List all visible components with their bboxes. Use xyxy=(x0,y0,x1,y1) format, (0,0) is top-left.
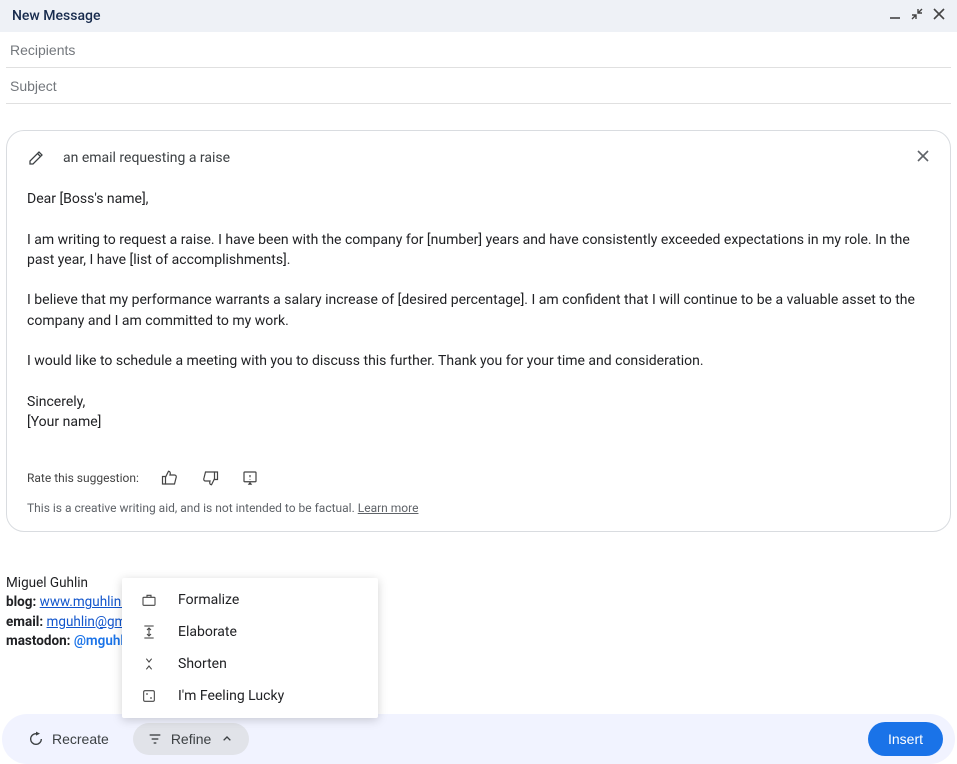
close-icon[interactable] xyxy=(933,8,945,24)
prompt-text[interactable]: an email requesting a raise xyxy=(63,150,230,166)
recipients-field-row xyxy=(6,32,951,68)
feedback-flag-icon[interactable] xyxy=(241,469,259,487)
bottom-action-bar: Recreate Refine Insert xyxy=(2,714,955,764)
ai-suggestion-card: an email requesting a raise Dear [Boss's… xyxy=(6,130,951,532)
magic-pencil-icon xyxy=(27,149,45,167)
mastodon-handle[interactable]: @mguhl xyxy=(74,633,124,649)
compose-titlebar: New Message xyxy=(0,0,957,32)
close-suggestion-icon[interactable] xyxy=(916,149,930,167)
expand-vertical-icon xyxy=(140,624,158,640)
prompt-row: an email requesting a raise xyxy=(27,149,930,167)
thumbs-down-icon[interactable] xyxy=(201,469,219,487)
collapse-vertical-icon xyxy=(140,656,158,672)
refine-item-label: Elaborate xyxy=(178,624,237,640)
refine-button[interactable]: Refine xyxy=(133,723,249,755)
bottom-bar-left: Recreate Refine xyxy=(14,723,249,755)
email-link[interactable]: mguhlin@gm xyxy=(47,614,127,630)
learn-more-link[interactable]: Learn more xyxy=(358,501,419,515)
refine-menu: Formalize Elaborate Shorten I'm Feeling … xyxy=(122,578,378,718)
subject-field-row xyxy=(6,68,951,104)
disclaimer-copy: This is a creative writing aid, and is n… xyxy=(27,501,358,515)
blog-label: blog: xyxy=(6,594,36,610)
refine-option-shorten[interactable]: Shorten xyxy=(122,648,378,680)
insert-button[interactable]: Insert xyxy=(868,722,943,756)
rate-row: Rate this suggestion: xyxy=(27,469,930,487)
refine-option-elaborate[interactable]: Elaborate xyxy=(122,616,378,648)
refine-item-label: I'm Feeling Lucky xyxy=(178,688,284,704)
rate-label: Rate this suggestion: xyxy=(27,471,139,485)
chevron-up-icon xyxy=(219,731,235,747)
briefcase-icon xyxy=(140,592,158,608)
compose-fields xyxy=(0,32,957,104)
refine-option-formalize[interactable]: Formalize xyxy=(122,584,378,616)
rate-icons xyxy=(161,469,259,487)
subject-input[interactable] xyxy=(10,78,947,94)
refine-item-label: Shorten xyxy=(178,656,227,672)
email-label: email: xyxy=(6,614,43,630)
thumbs-up-icon[interactable] xyxy=(161,469,179,487)
refine-label: Refine xyxy=(171,731,211,747)
recipients-input[interactable] xyxy=(10,42,947,58)
suggestion-body: Dear [Boss's name], I am writing to requ… xyxy=(27,189,930,433)
refine-item-label: Formalize xyxy=(178,592,239,608)
refine-option-lucky[interactable]: I'm Feeling Lucky xyxy=(122,680,378,712)
window-controls xyxy=(889,8,945,24)
collapse-icon[interactable] xyxy=(911,8,923,24)
minimize-icon[interactable] xyxy=(889,8,901,24)
mastodon-label: mastodon: xyxy=(6,633,70,649)
window-title: New Message xyxy=(12,8,100,24)
dice-icon xyxy=(140,688,158,704)
recreate-label: Recreate xyxy=(52,731,109,747)
recreate-button[interactable]: Recreate xyxy=(14,723,123,755)
blog-link[interactable]: www.mguhlin.o xyxy=(40,594,133,610)
disclaimer-text: This is a creative writing aid, and is n… xyxy=(27,501,930,515)
